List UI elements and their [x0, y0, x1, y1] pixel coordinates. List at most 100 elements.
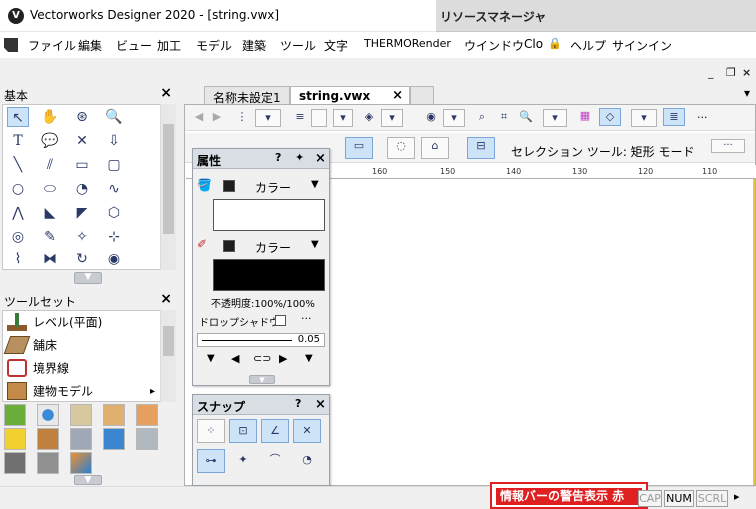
- end-marker-dropdown[interactable]: ▼: [305, 353, 313, 364]
- menu-modify[interactable]: 加工: [157, 37, 181, 54]
- double-line-tool-icon[interactable]: ⫽: [39, 155, 61, 175]
- end-arrow-icon[interactable]: ▶: [279, 352, 287, 365]
- regular-polygon-tool-icon[interactable]: ⬡: [103, 203, 125, 223]
- basic-panel-close-button[interactable]: ×: [160, 85, 172, 101]
- view-dropdown[interactable]: ▾: [443, 109, 465, 127]
- drop-shadow-checkbox[interactable]: [275, 315, 286, 326]
- document-menu-icon[interactable]: [4, 38, 18, 52]
- menu-signin[interactable]: サインイン: [612, 37, 672, 54]
- visibility-tool-icon[interactable]: ⊹: [103, 227, 125, 247]
- opacity-label[interactable]: 不透明度:100%/100%: [211, 295, 315, 310]
- menu-view[interactable]: ビュー: [116, 37, 152, 54]
- view-icon[interactable]: ◉: [421, 109, 441, 127]
- fill-preview[interactable]: [213, 199, 325, 231]
- toolset-render-icon[interactable]: [70, 452, 92, 474]
- drop-shadow-more[interactable]: ···: [301, 312, 312, 325]
- spiral-tool-icon[interactable]: ◎: [7, 227, 29, 247]
- toolset-objects-icon[interactable]: [136, 404, 158, 426]
- tab-list-dropdown[interactable]: ▾: [744, 86, 750, 100]
- back-view-icon[interactable]: ◀: [191, 109, 207, 127]
- toolset-landscape-icon[interactable]: [70, 404, 92, 426]
- rectangle-tool-icon[interactable]: ▭: [71, 155, 93, 175]
- tab-close-button[interactable]: ×: [392, 88, 403, 103]
- zoom-fit-icon[interactable]: ⌗: [495, 109, 513, 127]
- menu-window[interactable]: ウインドウ: [464, 37, 524, 54]
- resource-manager-titlebar[interactable]: リソースマネージャ: [436, 0, 756, 32]
- arc-tool-icon[interactable]: ◔: [71, 179, 93, 199]
- mode-bar-more[interactable]: ···: [711, 139, 745, 153]
- toolset-item-building-model[interactable]: 建物モデル: [7, 382, 93, 405]
- menu-cloud[interactable]: Clo: [524, 37, 543, 51]
- text-tool-icon[interactable]: T: [7, 131, 29, 151]
- rectangle-mode-button[interactable]: ▭: [345, 137, 373, 159]
- toolset-gear-icon[interactable]: [37, 452, 59, 474]
- reshape-tool-icon[interactable]: ⌇: [7, 249, 29, 269]
- toolset-house-icon[interactable]: [103, 404, 125, 426]
- tab-new-blank[interactable]: [410, 86, 434, 106]
- polyline-tool-icon[interactable]: ⋀: [7, 203, 29, 223]
- locus-tool-icon[interactable]: ✕: [71, 131, 93, 151]
- menu-help[interactable]: ヘルプ: [570, 37, 606, 54]
- attributes-expand-button[interactable]: ▼: [249, 375, 275, 384]
- menu-file[interactable]: ファイル: [28, 37, 76, 54]
- magnify-icon[interactable]: 🔍: [517, 109, 535, 127]
- minimize-doc-button[interactable]: _: [708, 66, 714, 79]
- lasso-mode-button[interactable]: ◌: [387, 137, 415, 159]
- pen-style-dropdown[interactable]: ▼: [311, 239, 319, 250]
- attributes-close-button[interactable]: ×: [315, 151, 326, 166]
- line-tool-icon[interactable]: ╲: [7, 155, 29, 175]
- double-polygon-tool-icon[interactable]: ◤: [71, 203, 93, 223]
- snap-to-grid-icon[interactable]: ⁘: [197, 419, 225, 443]
- snap-close-button[interactable]: ×: [315, 397, 326, 412]
- zoom-tool-icon[interactable]: 🔍: [103, 107, 125, 127]
- menu-model[interactable]: モデル: [196, 37, 232, 54]
- toolset-furniture-icon[interactable]: [37, 428, 59, 450]
- forward-view-icon[interactable]: ▶: [209, 109, 225, 127]
- snap-smart-point-icon[interactable]: ✦: [229, 449, 257, 473]
- pen-color-swatch[interactable]: [223, 240, 235, 252]
- toolset-item-level[interactable]: レベル(平面): [7, 313, 102, 336]
- snap-tangent-icon[interactable]: ◔: [293, 449, 321, 473]
- toolset-lighting-icon[interactable]: [4, 428, 26, 450]
- pen-preview[interactable]: [213, 259, 325, 291]
- polygon-mode-button[interactable]: ⌂: [421, 137, 449, 159]
- snap-palette-header[interactable]: スナップ ? ×: [193, 395, 329, 415]
- view-bar-more[interactable]: ···: [697, 111, 708, 124]
- start-marker-dropdown[interactable]: ▼: [207, 353, 215, 364]
- help-icon[interactable]: ?: [275, 151, 281, 164]
- class-options-icon[interactable]: ⋮: [231, 109, 253, 127]
- toolset-panel-close-button[interactable]: ×: [160, 291, 172, 307]
- basic-panel-expand-button[interactable]: ▼: [74, 272, 102, 284]
- toolset-pipe-icon[interactable]: [103, 428, 125, 450]
- layer-dropdown[interactable]: [311, 109, 327, 127]
- tab-untitled[interactable]: 名称未設定1: [204, 86, 290, 106]
- callout-tool-icon[interactable]: 💬: [39, 131, 61, 151]
- menu-text[interactable]: 文字: [324, 37, 348, 54]
- attributes-palette-header[interactable]: 属性 ? ✦ ×: [193, 149, 329, 169]
- menu-edit[interactable]: 編集: [78, 37, 102, 54]
- menu-tools[interactable]: ツール: [280, 37, 316, 54]
- layers-icon[interactable]: ≣: [663, 108, 685, 126]
- basic-panel-scroll-thumb[interactable]: [163, 124, 174, 234]
- work-plane-icon[interactable]: ◇: [599, 108, 621, 126]
- eyedropper-tool-icon[interactable]: ✎: [39, 227, 61, 247]
- menu-thermorender[interactable]: THERMORender: [364, 37, 451, 50]
- render-dropdown[interactable]: ▾: [381, 109, 403, 127]
- toolset-scrollbar[interactable]: [160, 310, 176, 402]
- toolset-more-button[interactable]: ▼: [74, 475, 102, 485]
- eye-tool-icon[interactable]: ◉: [103, 249, 125, 269]
- close-doc-button[interactable]: ×: [742, 66, 751, 79]
- selection-settings-button[interactable]: ⊟: [467, 137, 495, 159]
- class-dropdown[interactable]: ▾: [255, 109, 281, 127]
- line-weight-field[interactable]: 0.05: [197, 333, 325, 347]
- toolset-globe-icon[interactable]: [37, 404, 59, 426]
- restore-doc-button[interactable]: ❐: [726, 66, 736, 79]
- render-icon[interactable]: ◈: [359, 109, 379, 127]
- pin-icon[interactable]: ✦: [295, 151, 304, 164]
- flyover-tool-icon[interactable]: ⊛: [71, 107, 93, 127]
- grid-icon[interactable]: ▦: [575, 108, 595, 126]
- snap-help-icon[interactable]: ?: [295, 397, 301, 410]
- toolset-site-icon[interactable]: [4, 404, 26, 426]
- toolset-camera-icon[interactable]: [4, 452, 26, 474]
- basic-panel-scrollbar[interactable]: [160, 104, 176, 270]
